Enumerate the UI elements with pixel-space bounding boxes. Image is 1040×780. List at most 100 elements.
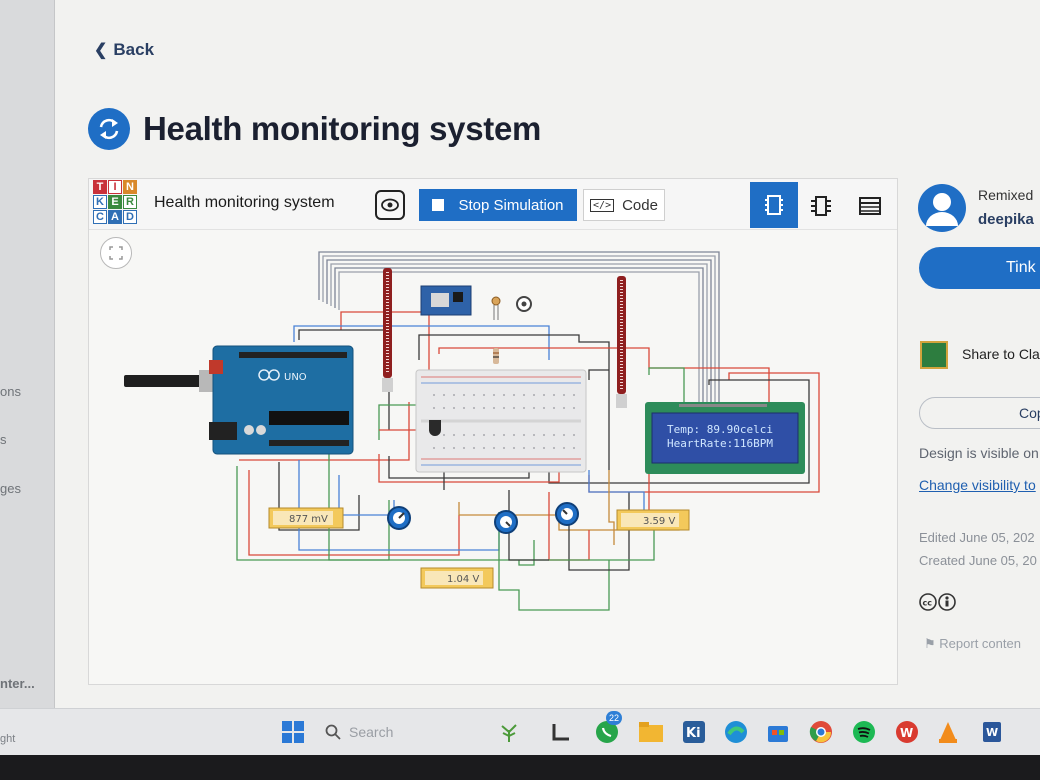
report-content-link[interactable]: ⚑ Report conten — [924, 636, 1021, 652]
store-icon[interactable] — [763, 717, 793, 747]
potentiometer[interactable] — [555, 502, 579, 526]
created-date: Created June 05, 20 — [919, 553, 1037, 568]
flex-sensor-left[interactable] — [382, 268, 393, 392]
logo-letter: E — [108, 195, 122, 209]
flex-sensor-right[interactable] — [616, 276, 627, 408]
creative-commons-icon[interactable]: cc — [919, 592, 959, 617]
stop-label: Stop Simulation — [458, 196, 564, 214]
notification-badge: 22 — [606, 711, 622, 725]
tinker-this-button[interactable]: Tink — [919, 247, 1040, 289]
arduino-board[interactable]: UNO — [124, 345, 354, 455]
svg-text:W: W — [900, 726, 913, 740]
search-placeholder: Search — [349, 724, 394, 740]
flag-icon: ⚑ — [924, 636, 936, 651]
meter-reading: 3.59 V — [643, 516, 675, 527]
svg-text:Ki: Ki — [686, 726, 701, 741]
breadboard[interactable] — [415, 369, 587, 473]
multimeter[interactable]: 3.59 V — [616, 509, 690, 531]
multimeter[interactable]: 877 mV — [268, 507, 344, 529]
board-label: UNO — [284, 372, 307, 383]
buzzer[interactable] — [516, 296, 532, 312]
search-icon — [325, 724, 341, 740]
code-label: Code — [622, 196, 658, 214]
lcd-display[interactable]: Temp: 89.90celci HeartRate:116BPM — [645, 402, 805, 474]
logo-letter: R — [123, 195, 137, 209]
code-icon: </> — [590, 198, 615, 212]
schematic-icon — [811, 196, 831, 216]
taskbar: Search 22 Ki W W — [0, 708, 1040, 755]
author-link[interactable]: deepika — [978, 211, 1034, 228]
resistor[interactable] — [493, 348, 499, 364]
file-explorer-icon[interactable] — [636, 717, 666, 747]
component-list-button[interactable] — [855, 191, 885, 221]
spotify-icon[interactable] — [849, 717, 879, 747]
copy-button[interactable]: Cop — [919, 397, 1040, 429]
logo-letter: K — [93, 195, 107, 209]
viewer-toolbar: T I N K E R C A D Health monitoring syst… — [89, 179, 897, 230]
multimeter[interactable]: 1.04 V — [420, 567, 494, 589]
back-label: Back — [113, 40, 155, 59]
share-to-classroom-link[interactable]: Share to Cla — [962, 346, 1040, 362]
edge-browser-icon[interactable] — [721, 717, 751, 747]
strip-text: ons — [0, 384, 21, 399]
change-visibility-link[interactable]: Change visibility to — [919, 477, 1036, 493]
background-window-strip: ons s ges nter... — [0, 0, 55, 708]
app-ki-icon[interactable]: Ki — [679, 717, 709, 747]
google-classroom-icon[interactable] — [920, 341, 948, 369]
table-icon — [859, 197, 881, 215]
eye-icon — [381, 198, 399, 212]
strip-text: ges — [0, 481, 21, 496]
logo-letter: A — [108, 210, 122, 224]
chevron-left-icon: ❮ — [94, 42, 108, 59]
user-icon — [926, 193, 958, 226]
view-toggle-button[interactable] — [375, 190, 405, 220]
lcd-line-1: Temp: 89.90celci — [667, 423, 773, 436]
potentiometer[interactable] — [387, 506, 411, 530]
visibility-text: Design is visible on — [919, 445, 1039, 461]
author-avatar[interactable] — [918, 184, 966, 232]
stop-icon — [432, 199, 445, 211]
meter-reading: 877 mV — [289, 514, 328, 525]
sync-arrows-icon — [99, 118, 119, 140]
logo-letter: C — [93, 210, 107, 224]
potentiometer[interactable] — [494, 510, 518, 534]
page-title: Health monitoring system — [143, 110, 542, 147]
logo-letter: N — [123, 180, 137, 194]
temperature-sensor[interactable] — [429, 420, 441, 436]
report-label: Report conten — [939, 636, 1021, 651]
tinkercad-logo: T I N K E R C A D — [93, 180, 137, 224]
vlc-icon[interactable] — [933, 717, 963, 747]
photoresistor[interactable] — [491, 296, 501, 320]
logo-letter: D — [123, 210, 137, 224]
taskbar-search[interactable]: Search — [325, 719, 475, 745]
code-button[interactable]: </> Code — [583, 189, 665, 221]
remixed-from-label: Remixed — [978, 187, 1034, 203]
strip-footer-text: ght — [0, 733, 16, 745]
word-icon[interactable]: W — [976, 717, 1006, 747]
svg-text:W: W — [986, 726, 998, 739]
circuit-viewer: T I N K E R C A D Health monitoring syst… — [88, 178, 898, 685]
circuit-canvas[interactable]: UNO Temp: 89.90celci HeartRate:116BPM 87… — [89, 230, 897, 684]
meter-reading: 1.04 V — [447, 574, 479, 585]
chip-icon — [765, 195, 783, 215]
svg-text:cc: cc — [923, 599, 933, 608]
plant-widget-icon[interactable] — [494, 717, 524, 747]
logo-letter: I — [108, 180, 122, 194]
chrome-icon[interactable] — [806, 717, 836, 747]
wifi-module[interactable] — [420, 285, 472, 316]
remix-project-icon — [88, 108, 130, 150]
viewer-title: Health monitoring system — [154, 194, 335, 211]
windows-start-icon[interactable] — [278, 717, 308, 747]
wps-office-icon[interactable]: W — [892, 717, 922, 747]
strip-text: s — [0, 432, 7, 447]
schematic-view-button[interactable] — [806, 191, 836, 221]
task-view-icon[interactable] — [546, 717, 576, 747]
screen: ons s ges nter... ❮ Back Health monitorin… — [0, 0, 1040, 755]
stop-simulation-button[interactable]: Stop Simulation — [419, 189, 577, 221]
back-link[interactable]: ❮ Back — [94, 40, 154, 60]
circuit-view-button[interactable] — [750, 182, 798, 228]
strip-text: nter... — [0, 676, 35, 691]
logo-letter: T — [93, 180, 107, 194]
lcd-line-2: HeartRate:116BPM — [667, 437, 773, 450]
edited-date: Edited June 05, 202 — [919, 530, 1035, 545]
